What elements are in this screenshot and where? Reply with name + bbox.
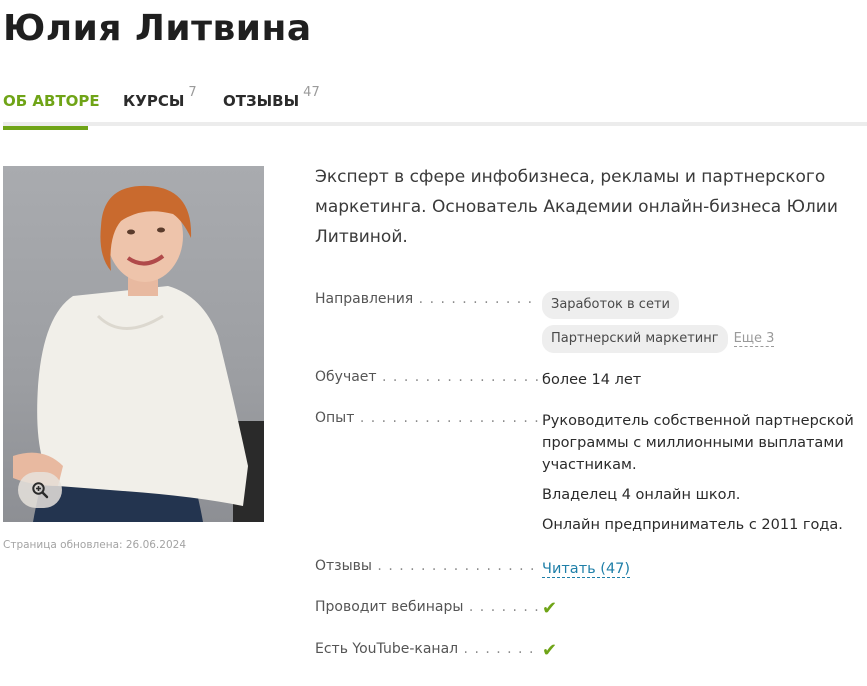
detail-label: Опыт (315, 410, 540, 426)
tab-reviews[interactable]: ОТЗЫВЫ 47 (223, 85, 320, 126)
tab-courses[interactable]: КУРСЫ 7 (123, 85, 197, 126)
detail-value: Заработок в сети Партнерский маркетинг Ещ… (542, 291, 867, 359)
page-title: Юлия Литвина (3, 8, 312, 49)
detail-label: Есть YouTube-канал (315, 641, 540, 657)
author-portrait-illustration (13, 185, 264, 522)
detail-label: Направления (315, 291, 540, 307)
direction-tag[interactable]: Заработок в сети (542, 291, 679, 319)
magnifier-plus-icon (32, 482, 49, 499)
detail-value: ✔ (542, 599, 867, 621)
detail-label: Отзывы (315, 558, 540, 574)
check-icon: ✔ (542, 598, 558, 619)
direction-tag[interactable]: Партнерский маркетинг (542, 325, 728, 353)
tab-count: 47 (303, 85, 320, 100)
author-tabs: ОБ АВТОРЕ КУРСЫ 7 ОТЗЫВЫ 47 (3, 85, 867, 130)
tab-count: 7 (188, 85, 197, 100)
page-updated-date: Страница обновлена: 26.06.2024 (3, 539, 186, 551)
detail-value: Читать (47) (542, 558, 867, 580)
detail-label: Обучает (315, 369, 540, 385)
experience-item: Руководитель собственной партнерской про… (542, 413, 854, 473)
detail-value: Руководитель собственной партнерской про… (542, 410, 867, 544)
more-directions-link[interactable]: Еще 3 (733, 331, 775, 347)
check-icon: ✔ (542, 640, 558, 661)
zoom-photo-button[interactable] (18, 472, 62, 508)
author-intro: Эксперт в сфере инфобизнеса, рекламы и п… (315, 167, 838, 247)
read-reviews-link[interactable]: Читать (47) (542, 561, 631, 578)
tab-label: ОБ АВТОРЕ (3, 92, 100, 110)
detail-value: ✔ (542, 641, 867, 663)
experience-item: Владелец 4 онлайн школ. (542, 487, 741, 503)
tab-label: КУРСЫ (123, 92, 185, 110)
detail-value: более 14 лет (542, 372, 642, 388)
tab-label: ОТЗЫВЫ (223, 92, 300, 110)
experience-item: Онлайн предприниматель с 2011 года. (542, 517, 843, 533)
author-photo[interactable] (3, 166, 264, 522)
tab-about-author[interactable]: ОБ АВТОРЕ (3, 86, 100, 130)
detail-label: Проводит вебинары (315, 599, 540, 615)
